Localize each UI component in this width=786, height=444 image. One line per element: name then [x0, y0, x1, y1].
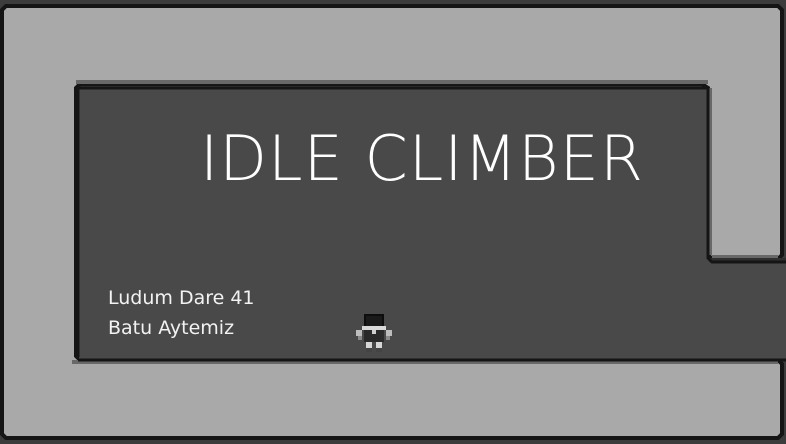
credit-event: Ludum Dare 41 — [108, 287, 255, 309]
game-canvas[interactable] — [0, 0, 786, 444]
wall-shadow-top — [76, 80, 708, 84]
credit-author: Batu Aytemiz — [108, 317, 235, 339]
game-title: IDLE CLIMBER — [200, 122, 644, 195]
corridor-right — [709, 262, 786, 359]
